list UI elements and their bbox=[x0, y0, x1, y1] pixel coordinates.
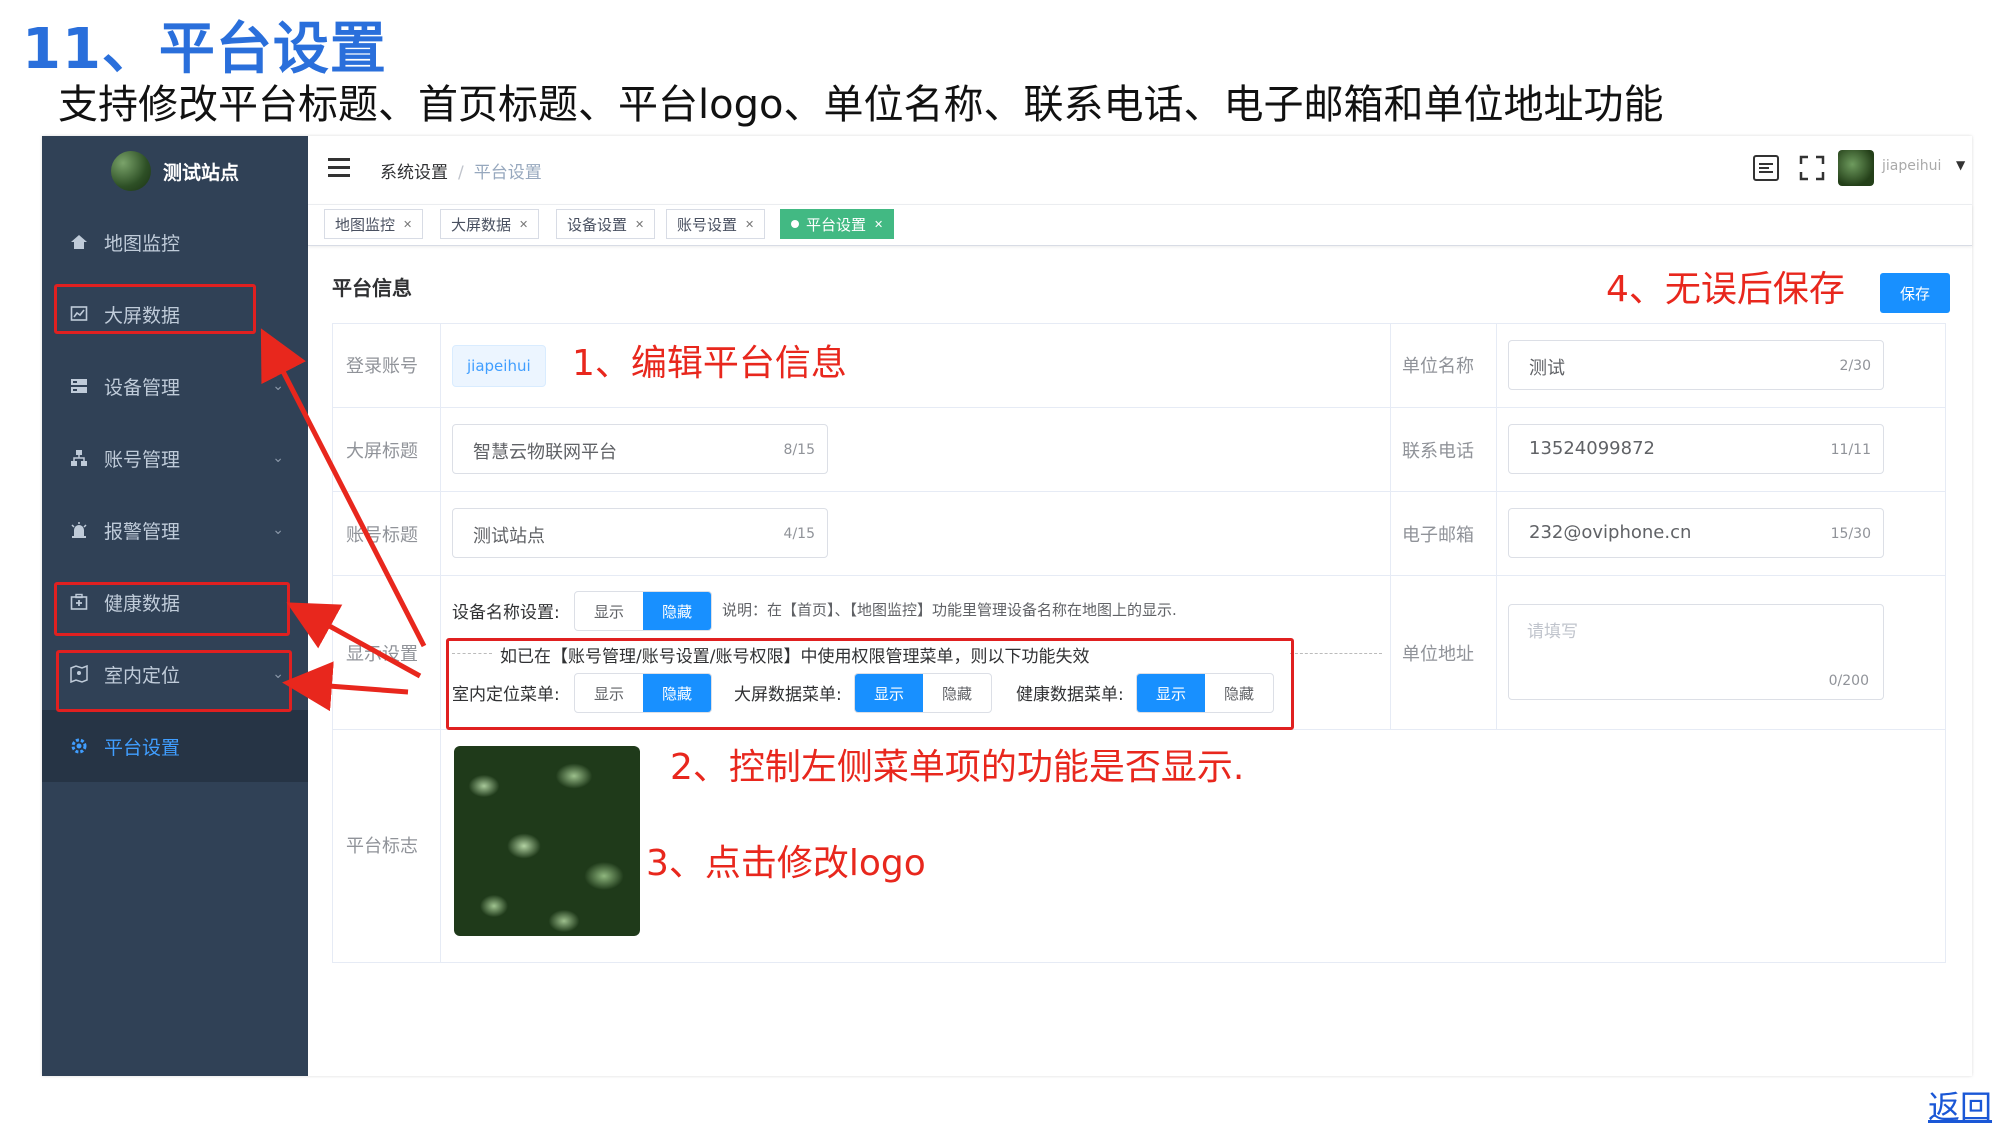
device-name-setting-label: 设备名称设置: bbox=[452, 603, 560, 623]
account-title-count: 4/15 bbox=[783, 526, 815, 542]
sidebar-item-label: 设备管理 bbox=[104, 376, 181, 399]
display-settings-label: 显示设置 bbox=[346, 644, 418, 665]
email-input[interactable]: 232@oviphone.cn 15/30 bbox=[1508, 508, 1884, 558]
back-link[interactable]: 返回 bbox=[1928, 1082, 1992, 1128]
brand-logo bbox=[110, 151, 151, 191]
close-icon[interactable]: ✕ bbox=[874, 218, 883, 231]
account-title-input[interactable]: 测试站点 4/15 bbox=[452, 508, 828, 558]
chevron-down-icon: ⌄ bbox=[272, 450, 284, 466]
tag-label: 大屏数据 bbox=[451, 215, 512, 234]
chevron-down-icon: ⌄ bbox=[272, 378, 284, 394]
sidebar-item-map[interactable]: 地图监控 bbox=[42, 206, 308, 278]
close-icon[interactable]: ✕ bbox=[403, 218, 412, 231]
org-icon bbox=[68, 447, 90, 469]
phone-input[interactable]: 13524099872 11/11 bbox=[1508, 424, 1884, 474]
close-icon[interactable]: ✕ bbox=[745, 218, 754, 231]
address-count: 0/200 bbox=[1828, 673, 1869, 689]
hide-option[interactable]: 隐藏 bbox=[643, 592, 711, 630]
username[interactable]: jiapeihui bbox=[1882, 158, 1941, 174]
unit-name-label: 单位名称 bbox=[1402, 356, 1474, 377]
fullscreen-icon[interactable] bbox=[1798, 154, 1826, 182]
screen-title-input[interactable]: 智慧云物联网平台 8/15 bbox=[452, 424, 828, 474]
breadcrumb: 系统设置 / 平台设置 bbox=[380, 163, 542, 183]
close-icon[interactable]: ✕ bbox=[519, 218, 528, 231]
sidebar-item-label: 报警管理 bbox=[104, 520, 181, 543]
email-value: 232@oviphone.cn bbox=[1529, 522, 1692, 543]
show-option[interactable]: 显示 bbox=[575, 592, 643, 630]
gear-icon bbox=[68, 735, 90, 757]
sidebar-item-alarm[interactable]: 报警管理 ⌄ bbox=[42, 494, 308, 566]
screen-title-label: 大屏标题 bbox=[346, 441, 418, 462]
phone-value: 13524099872 bbox=[1529, 438, 1655, 459]
address-textarea[interactable]: 请填写 0/200 bbox=[1508, 604, 1884, 700]
annotation-step2: 2、控制左侧菜单项的功能是否显示. bbox=[670, 747, 1245, 788]
save-button[interactable]: 保存 bbox=[1880, 273, 1950, 313]
account-title-value: 测试站点 bbox=[473, 526, 545, 547]
avatar[interactable] bbox=[1838, 150, 1874, 186]
section-title: 平台信息 bbox=[332, 276, 412, 300]
platform-logo-label: 平台标志 bbox=[346, 836, 418, 857]
account-title-label: 账号标题 bbox=[346, 525, 418, 546]
brand-name: 测试站点 bbox=[162, 161, 239, 184]
tag-map[interactable]: 地图监控 ✕ bbox=[324, 209, 424, 239]
close-icon[interactable]: ✕ bbox=[635, 218, 644, 231]
tag-label: 平台设置 bbox=[806, 215, 867, 234]
brand[interactable]: 测试站点 bbox=[42, 136, 308, 206]
email-label: 电子邮箱 bbox=[1402, 525, 1474, 546]
home-icon bbox=[68, 231, 90, 253]
screen-title-count: 8/15 bbox=[783, 442, 815, 458]
tag-account-settings[interactable]: 账号设置 ✕ bbox=[666, 209, 766, 239]
sidebar-item-account[interactable]: 账号管理 ⌄ bbox=[42, 422, 308, 494]
doc-subtitle: 支持修改平台标题、首页标题、平台logo、单位名称、联系电话、电子邮箱和单位地址… bbox=[58, 82, 1664, 128]
tags-view: 地图监控 ✕ 大屏数据 ✕ 设备设置 ✕ 账号设置 ✕ 平台设置 ✕ bbox=[308, 205, 1972, 246]
layout-size-icon[interactable] bbox=[1752, 154, 1780, 182]
screen-title-value: 智慧云物联网平台 bbox=[473, 442, 617, 463]
address-label: 单位地址 bbox=[1402, 644, 1474, 665]
highlight-box-health bbox=[54, 582, 290, 636]
annotation-step4: 4、无误后保存 bbox=[1606, 269, 1845, 310]
address-placeholder: 请填写 bbox=[1527, 622, 1578, 642]
unit-name-value: 测试 bbox=[1529, 358, 1565, 379]
unit-name-input[interactable]: 测试 2/30 bbox=[1508, 340, 1884, 390]
device-name-note: 说明：在【首页】、【地图监控】功能里管理设备名称在地图上的显示. bbox=[722, 601, 1177, 619]
device-name-toggle[interactable]: 显示 隐藏 bbox=[574, 591, 712, 631]
phone-count: 11/11 bbox=[1830, 442, 1871, 458]
active-dot bbox=[791, 220, 799, 228]
chevron-down-icon: ⌄ bbox=[272, 522, 284, 538]
sidebar-item-platform-settings[interactable]: 平台设置 bbox=[42, 710, 308, 782]
unit-name-count: 2/30 bbox=[1839, 358, 1871, 374]
tag-device-settings[interactable]: 设备设置 ✕ bbox=[556, 209, 656, 239]
hamburger-icon[interactable] bbox=[328, 158, 350, 178]
sidebar-item-device[interactable]: 设备管理 ⌄ bbox=[42, 350, 308, 422]
breadcrumb-item[interactable]: 系统设置 bbox=[380, 163, 448, 183]
email-count: 15/30 bbox=[1830, 526, 1871, 542]
highlight-box-indoor bbox=[56, 650, 292, 712]
highlight-box-menu-toggles bbox=[446, 638, 1294, 730]
phone-label: 联系电话 bbox=[1402, 441, 1474, 462]
sidebar-item-label: 账号管理 bbox=[104, 448, 181, 471]
tag-platform-settings[interactable]: 平台设置 ✕ bbox=[780, 209, 895, 239]
sidebar-item-label: 地图监控 bbox=[104, 232, 181, 255]
annotation-step3: 3、点击修改logo bbox=[646, 843, 926, 884]
sidebar-item-label: 平台设置 bbox=[104, 736, 181, 759]
tag-label: 账号设置 bbox=[677, 215, 738, 234]
top-bar: 系统设置 / 平台设置 jiapeihui ▼ bbox=[308, 136, 1972, 205]
highlight-box-screen-data bbox=[54, 284, 256, 334]
alarm-icon bbox=[68, 519, 90, 541]
caret-down-icon[interactable]: ▼ bbox=[1956, 158, 1965, 172]
platform-logo-image[interactable] bbox=[454, 746, 640, 936]
tag-screen-data[interactable]: 大屏数据 ✕ bbox=[440, 209, 540, 239]
login-account-label: 登录账号 bbox=[346, 356, 418, 377]
login-account-chip: jiapeihui bbox=[452, 345, 546, 387]
annotation-step1: 1、编辑平台信息 bbox=[572, 343, 847, 384]
breadcrumb-current: 平台设置 bbox=[473, 163, 542, 183]
server-icon bbox=[68, 375, 90, 397]
tag-label: 设备设置 bbox=[567, 215, 628, 234]
tag-label: 地图监控 bbox=[335, 215, 396, 234]
